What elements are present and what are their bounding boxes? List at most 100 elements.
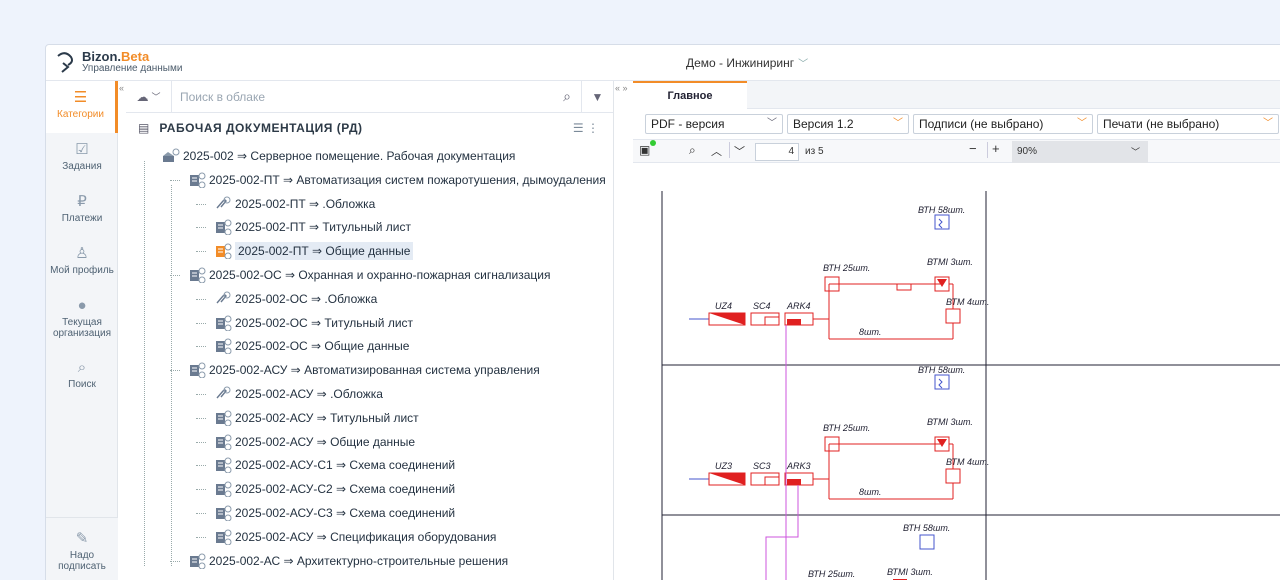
tree-node-label: 2025-002-ПТ ⇒ Титульный лист [235,220,412,235]
tree-node[interactable]: 2025-002-ОС ⇒ Общие данные [214,335,409,357]
tree-node-label: 2025-002-ОС ⇒ Охранная и охранно-пожарна… [209,268,551,282]
sc-inner [764,476,780,486]
collapse-sidebar-button[interactable]: « [119,83,124,93]
nav-profile[interactable]: ♙ Мой профиль [46,237,118,289]
drawing-label: ВТН 25шт. [823,263,870,273]
tree-node[interactable]: 2025-002-АСУ ⇒ Титульный лист [214,407,419,429]
tree-node-label: 2025-002-АСУ ⇒ Титульный лист [235,410,419,425]
tree-node-label: 2025-002 ⇒ Серверное помещение. Рабочая … [183,149,516,163]
search-icon[interactable]: ⌕ [689,143,696,158]
tree-connector [196,489,206,491]
chevron-down-icon: ﹀ [151,92,161,102]
tree-connector [170,179,180,181]
tree-connector [196,251,206,253]
filter-icon[interactable]: ▼ [581,80,613,113]
drawing-label: 8шт. [859,487,881,497]
version-select[interactable]: Версия 1.2 ﹀ [787,114,909,134]
document-viewer: Главное PDF - версия ﹀ Версия 1.2 ﹀ Подпис… [633,81,1280,580]
tree-node[interactable]: 2025-002-АСУ ⇒ .Обложка [214,383,383,405]
zoom-out-icon[interactable]: − [969,141,977,156]
version-type-select[interactable]: PDF - версия ﹀ [645,114,783,134]
tree-connector [196,513,206,514]
ark-fill [787,479,801,485]
document-icon [214,434,232,451]
tab-main[interactable]: Главное [633,81,747,109]
nav-search[interactable]: ⌕ Поиск [46,351,118,403]
tree-node[interactable]: 2025-002-АСУ ⇒ Общие данные [214,431,415,453]
collapse-tree-button[interactable]: « » [615,83,628,93]
tree-node[interactable]: 2025-002-ПТ ⇒ .Обложка [214,193,375,215]
brand-beta: Beta [121,49,150,64]
drawing-label: ARK4 [786,301,811,311]
select-value: Версия 1.2 [793,117,854,131]
tree-node[interactable]: 2025-002-ОС ⇒ Охранная и охранно-пожарна… [188,264,550,286]
tree-node-label: 2025-002-ПТ ⇒ Автоматизация систем пожар… [209,172,606,187]
logo[interactable]: Bizon.Beta Управление данными [54,50,182,74]
tree-node[interactable]: 2025-002-ОС ⇒ Титульный лист [214,312,413,334]
organization-selector[interactable]: Демо - Инжиниринг ﹀ [686,55,808,70]
zoom-select[interactable]: 90% ﹀ [1012,141,1148,163]
tree-node[interactable]: 2025-002-ПТ ⇒ Общие данные [214,240,414,262]
btmi-symbol [937,279,947,287]
chevron-down-icon: ﹀ [1077,118,1087,129]
tree-node[interactable]: 2025-002-ПТ ⇒ Автоматизация систем пожар… [188,169,606,191]
nav-tasks[interactable]: ☑ Задания [46,133,118,185]
nav-categories[interactable]: ☰ Категории [46,81,118,133]
search-icon[interactable]: ⌕ [553,88,581,105]
tree-node[interactable]: 2025-002-ОС ⇒ .Обложка [214,288,377,310]
pen-icon: ✎ [75,530,89,547]
nav-label: Поиск [68,379,96,390]
signatures-select[interactable]: Подписи (не выбрано) ﹀ [913,114,1093,134]
tree-node[interactable]: 2025-002 ⇒ Серверное помещение. Рабочая … [162,145,515,167]
chevron-down-icon[interactable]: ﹀ [734,143,745,159]
cloud-dropdown[interactable]: ☁ ﹀ [126,80,172,113]
nav-organization[interactable]: ● Текущая организация [46,289,118,351]
tree-connector [196,322,206,324]
sensor-symbol [938,218,943,229]
tree-node[interactable]: 2025-002-ПТ ⇒ Титульный лист [214,216,411,238]
tree-node-label: 2025-002-АС ⇒ Архитектурно-строительные … [209,553,509,568]
tree-connector [196,536,206,538]
tree-node-label: 2025-002-АСУ ⇒ Спецификация оборудования [235,529,497,544]
list-menu-icon[interactable]: ☰ ⋮ [573,121,599,135]
tree-node[interactable]: 2025-002-АСУ-С2 ⇒ Схема соединений [214,478,455,500]
ruble-icon: ₽ [77,193,87,210]
drawing-label: ВТН 58шт. [918,205,965,215]
brand-name: Bizon. [82,49,121,64]
document-icon [214,481,232,498]
tree-node-label: 2025-002-АСУ ⇒ Общие данные [235,434,416,449]
zoom-in-icon[interactable]: + [992,141,1000,156]
tree-connector [196,346,206,348]
status-dot-icon [650,140,656,146]
tree-node[interactable]: 2025-002-АСУ-С3 ⇒ Схема соединений [214,502,455,524]
nav-to-sign[interactable]: ✎ Надо подписать [46,517,118,580]
document-icon [214,315,232,332]
menu-icon: ☰ [73,89,88,106]
tree-connector [196,227,206,229]
search-input[interactable] [172,81,553,112]
page-number-input[interactable]: 4 [755,143,799,161]
tree-node-label: 2025-002-ОС ⇒ Титульный лист [235,315,414,330]
btm-box [945,308,961,324]
tree-connector [196,441,206,443]
document-icon [214,505,232,522]
divider [729,142,730,158]
tree-node-label: 2025-002-АСУ ⇒ Автоматизированная систем… [209,363,540,378]
nav-payments[interactable]: ₽ Платежи [46,185,118,237]
schematic-drawing: ВТН 58шт. UZ4 SC4 ARK4 ВТН 25шт. ВТМI 3шт. ВТМ… [661,191,1280,580]
viewer-selects: PDF - версия ﹀ Версия 1.2 ﹀ Подписи (не вы… [633,109,1280,139]
sidebar-toggle-icon[interactable]: ▣ [639,143,650,157]
cloud-icon: ☁ [136,89,149,104]
drawing-label: ARK3 [786,461,811,471]
tree-node[interactable]: 2025-002-АСУ ⇒ Автоматизированная систем… [188,359,540,381]
document-icon [214,219,232,236]
organization-name: Демо - Инжиниринг [686,56,795,70]
tree-node[interactable]: 2025-002-АСУ ⇒ Спецификация оборудования [214,526,496,548]
stamps-select[interactable]: Печати (не выбрано) ﹀ [1097,114,1279,134]
ark-fill [787,319,801,325]
tree-node[interactable]: 2025-002-АС ⇒ Архитектурно-строительные … [188,550,508,572]
tree-connector [196,394,206,395]
document-icon [214,243,232,260]
tree-node[interactable]: 2025-002-АСУ-С1 ⇒ Схема соединений [214,454,455,476]
chevron-up-icon[interactable]: ︿ [711,143,722,159]
